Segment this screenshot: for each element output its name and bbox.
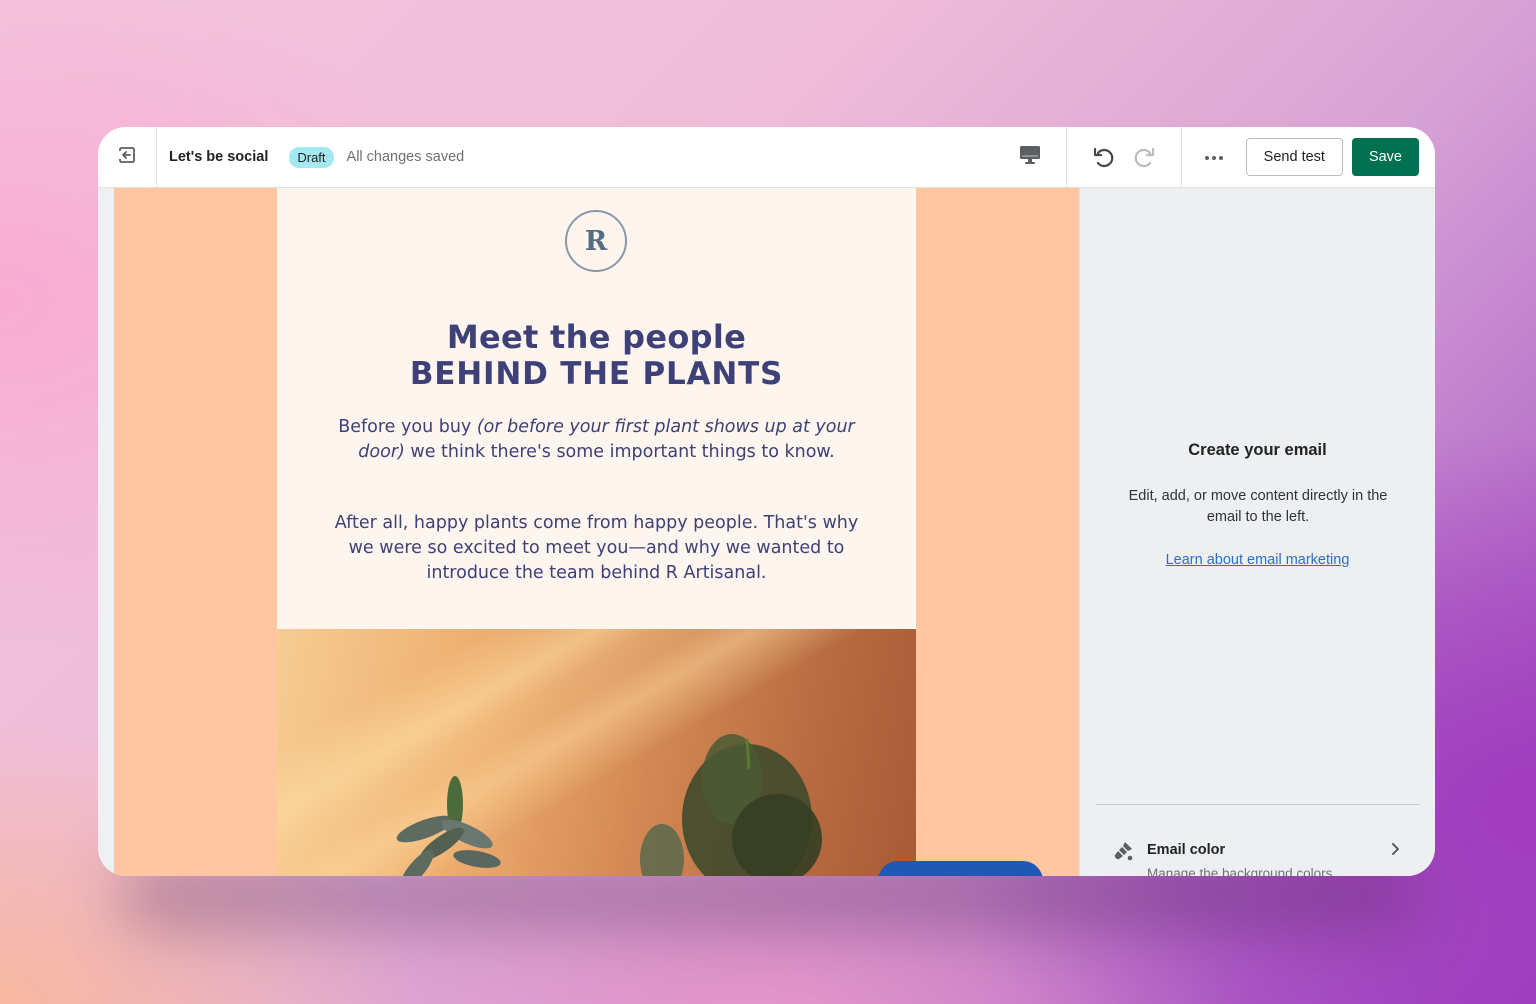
panel-description: Edit, add, or move content directly in t… xyxy=(1128,488,1388,525)
more-horizontal-icon xyxy=(1204,148,1224,166)
exit-button[interactable] xyxy=(98,127,157,188)
email-canvas: R Meet the people BEHIND THE PLANTS Befo… xyxy=(98,188,1079,876)
paragraph-text: Before you buy xyxy=(338,417,477,437)
small-plant xyxy=(396,776,501,876)
headline-line-2: BEHIND THE PLANTS xyxy=(409,356,784,392)
more-actions-button[interactable] xyxy=(1202,145,1226,169)
status-badge: Draft xyxy=(289,146,334,168)
plants-illustration xyxy=(396,734,822,876)
section-label: Email color xyxy=(1147,842,1226,858)
large-plant xyxy=(640,734,822,876)
email-paragraph-1[interactable]: Before you buy (or before your first pla… xyxy=(327,415,866,465)
chevron-right-icon xyxy=(1390,842,1402,861)
redo-icon[interactable] xyxy=(1131,144,1157,170)
hero-image[interactable] xyxy=(277,629,916,876)
brand-logo[interactable]: R xyxy=(565,210,627,272)
settings-panel: Create your email Edit, add, or move con… xyxy=(1079,188,1435,876)
top-bar: Let's be social Draft All changes saved … xyxy=(98,127,1435,188)
save-button[interactable]: Save xyxy=(1351,138,1419,176)
headline-line-1: Meet the people xyxy=(446,318,747,356)
desktop-icon xyxy=(1019,145,1041,170)
exit-icon xyxy=(117,145,137,170)
history-controls xyxy=(1067,144,1181,170)
toolbar-divider xyxy=(1180,127,1182,188)
send-test-button[interactable]: Send test xyxy=(1245,138,1343,176)
paint-brush-icon xyxy=(1112,840,1134,867)
panel-divider xyxy=(1096,804,1420,805)
email-preview[interactable]: R Meet the people BEHIND THE PLANTS Befo… xyxy=(277,188,916,876)
section-subtitle: Manage the background colors xyxy=(1147,866,1333,876)
paragraph-text: we think there's some important things t… xyxy=(404,442,835,462)
email-editor-window: Let's be social Draft All changes saved … xyxy=(98,127,1435,876)
email-paragraph-2[interactable]: After all, happy plants come from happy … xyxy=(327,511,866,586)
undo-icon[interactable] xyxy=(1091,144,1117,170)
save-status: All changes saved xyxy=(346,149,465,165)
email-color-section[interactable]: Email color Manage the background colors xyxy=(1096,836,1420,876)
panel-title: Create your email xyxy=(1188,441,1327,459)
preview-device-button[interactable] xyxy=(1004,127,1056,188)
document-title: Let's be social xyxy=(169,149,269,165)
floating-action-button[interactable] xyxy=(878,861,1043,876)
email-headline[interactable]: Meet the people BEHIND THE PLANTS xyxy=(277,319,916,393)
learn-more-link[interactable]: Learn about email marketing xyxy=(1080,552,1435,568)
